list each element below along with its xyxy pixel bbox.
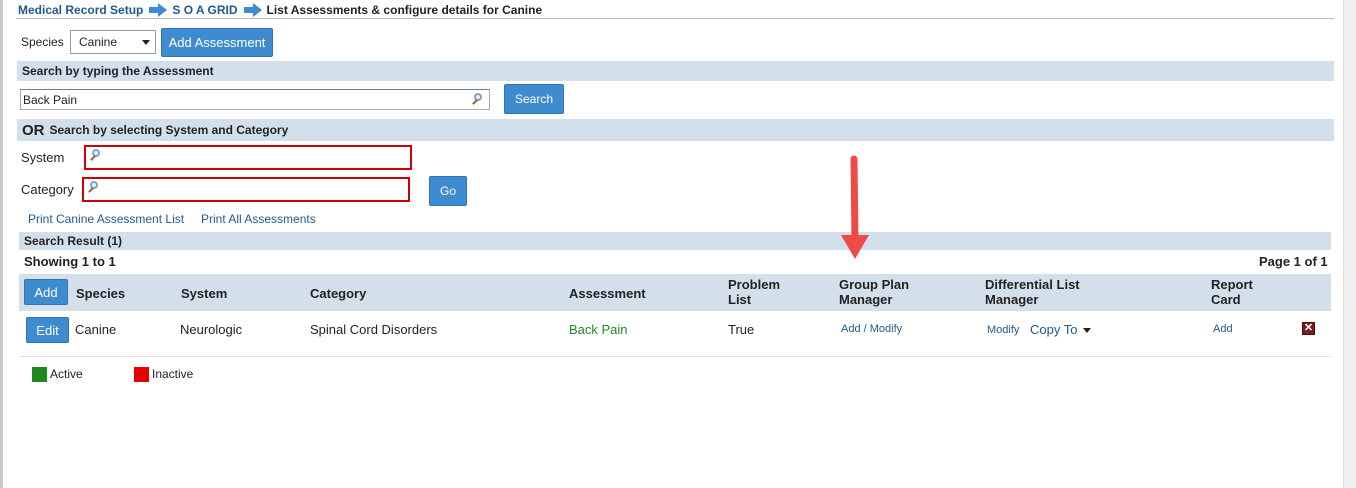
delete-icon[interactable]: ✕	[1302, 322, 1315, 335]
column-problem-list[interactable]: Problem List	[728, 277, 780, 307]
search-button[interactable]: Search	[504, 84, 564, 114]
inactive-color-swatch	[134, 367, 149, 382]
column-group-plan-line1: Group Plan	[839, 277, 910, 292]
breadcrumb-soa-grid[interactable]: S O A GRID	[172, 3, 237, 17]
arrow-right-icon	[149, 3, 169, 17]
column-assessment[interactable]: Assessment	[569, 286, 646, 301]
active-color-swatch	[32, 367, 47, 382]
breadcrumb-divider	[16, 18, 1334, 19]
add-row-button[interactable]: Add	[24, 279, 68, 305]
species-label: Species	[21, 35, 64, 49]
species-select[interactable]: Canine	[70, 30, 156, 54]
search-select-header-text: Search by selecting System and Category	[49, 123, 289, 137]
search-typing-header: Search by typing the Assessment	[17, 61, 1334, 81]
column-problem-list-line1: Problem	[728, 277, 781, 292]
search-icon[interactable]	[89, 149, 103, 163]
copy-to-label: Copy To	[1030, 322, 1078, 337]
copy-to-dropdown[interactable]: Copy To	[1030, 322, 1092, 337]
column-diff-list-line1: Differential List	[985, 277, 1080, 292]
differential-modify-link[interactable]: Modify	[987, 324, 1019, 336]
search-icon[interactable]	[471, 93, 485, 107]
column-report-card-line1: Report	[1211, 277, 1253, 292]
showing-count: Showing 1 to 1	[24, 254, 116, 269]
cell-category: Spinal Cord Disorders	[310, 322, 438, 337]
column-species[interactable]: Species	[76, 286, 125, 301]
category-label: Category	[21, 182, 74, 197]
species-selected-value: Canine	[79, 35, 118, 49]
go-button[interactable]: Go	[429, 176, 467, 206]
column-problem-list-line2: List	[728, 292, 752, 307]
column-diff-list-line2: Manager	[985, 292, 1039, 307]
category-input[interactable]	[82, 177, 410, 202]
breadcrumb: Medical Record Setup S O A GRID List Ass…	[18, 2, 542, 18]
legend-inactive-label: Inactive	[152, 367, 194, 381]
cell-species: Canine	[75, 322, 117, 337]
column-category[interactable]: Category	[310, 286, 366, 301]
column-report-card-line2: Card	[1211, 292, 1241, 307]
row-divider	[19, 356, 1331, 357]
print-all-link[interactable]: Print All Assessments	[201, 212, 316, 226]
edit-button[interactable]: Edit	[26, 317, 69, 343]
column-group-plan-manager[interactable]: Group Plan Manager	[839, 277, 909, 307]
or-label: OR	[22, 121, 45, 139]
search-select-header: OR Search by selecting System and Catego…	[17, 119, 1334, 141]
assessment-search-value: Back Pain	[23, 92, 78, 107]
cell-system: Neurologic	[180, 322, 243, 337]
vertical-scrollbar[interactable]	[1343, 0, 1356, 488]
breadcrumb-medical-record-setup[interactable]: Medical Record Setup	[18, 3, 143, 17]
column-report-card[interactable]: Report Card	[1211, 277, 1253, 307]
page-indicator: Page 1 of 1	[1259, 254, 1328, 269]
arrow-right-icon	[243, 3, 264, 17]
assessment-search-input[interactable]: Back Pain	[20, 89, 490, 110]
system-label: System	[21, 150, 65, 165]
system-input[interactable]	[84, 145, 412, 170]
add-assessment-button[interactable]: Add Assessment	[161, 28, 273, 57]
breadcrumb-current: List Assessments & configure details for…	[266, 3, 543, 17]
group-plan-add-modify-link[interactable]: Add / Modify	[841, 323, 902, 335]
cell-problem-list: True	[728, 322, 755, 337]
column-differential-list-manager[interactable]: Differential List Manager	[985, 277, 1080, 307]
cell-assessment-link[interactable]: Back Pain	[569, 322, 628, 337]
column-group-plan-line2: Manager	[839, 292, 893, 307]
search-icon[interactable]	[87, 181, 101, 195]
print-canine-list-link[interactable]: Print Canine Assessment List	[28, 212, 184, 226]
window-left-edge	[0, 0, 3, 488]
legend-active-label: Active	[50, 367, 83, 381]
column-system[interactable]: System	[181, 286, 227, 301]
caret-down-icon	[1083, 328, 1092, 334]
chevron-down-icon	[142, 40, 150, 45]
report-card-add-link[interactable]: Add	[1213, 323, 1233, 335]
results-header: Search Result (1)	[19, 232, 1331, 250]
